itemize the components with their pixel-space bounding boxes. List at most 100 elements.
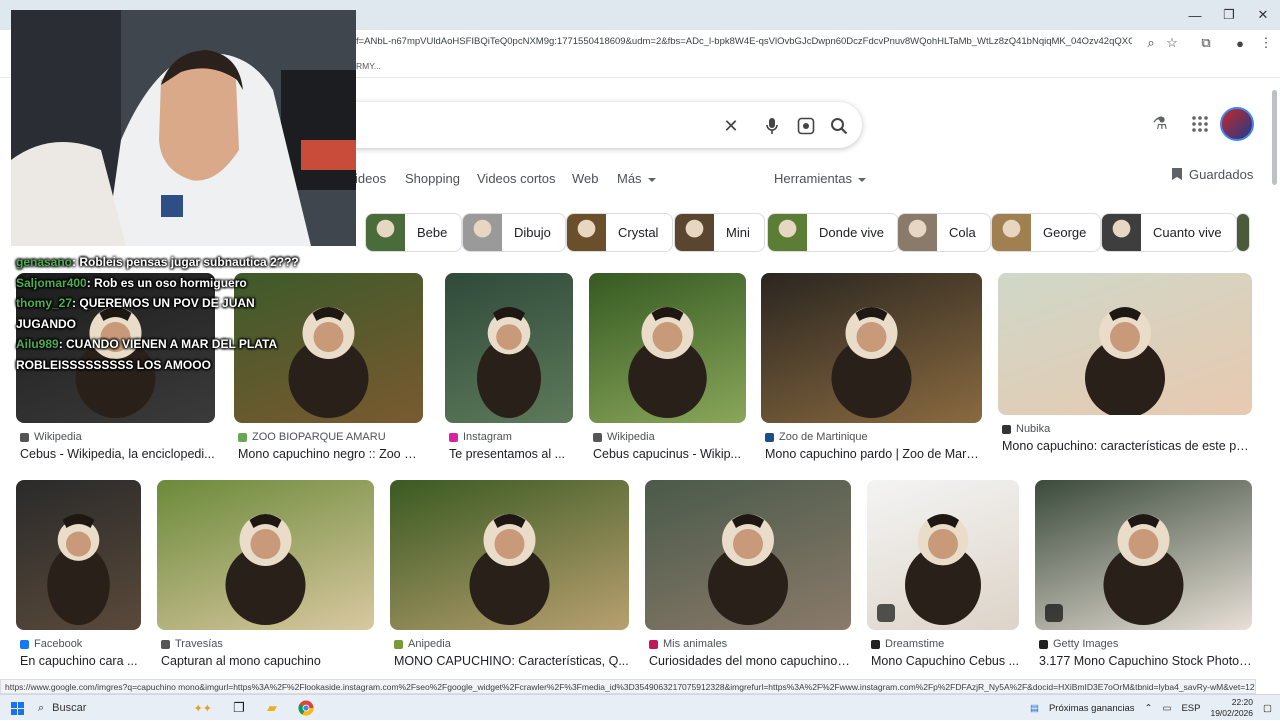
result-title[interactable]: MONO CAPUCHINO: Características, Q... [394,654,629,668]
result-title[interactable]: 3.177 Mono Capuchino Stock Photos... [1039,654,1252,668]
image-result[interactable]: Zoo de Martinique Mono capuchino pardo | … [761,273,982,461]
language-indicator[interactable]: ESP [1181,703,1200,714]
account-avatar[interactable] [1220,107,1254,141]
restore-icon[interactable]: ❐ [1212,0,1246,30]
start-windows-icon[interactable] [8,699,26,717]
image-result[interactable]: Mis animales Curiosidades del mono capuch… [645,480,851,668]
chip-4[interactable]: Donde vive [767,213,900,252]
source-label: Getty Images [1053,638,1119,650]
chip-1[interactable]: Dibujo [462,213,566,252]
result-title[interactable]: Cebus capucinus - Wikip... [593,447,746,461]
file-explorer-icon[interactable]: ▰ [263,699,281,717]
tray-overflow-icon[interactable]: ⌃ [1145,703,1153,714]
chip-7[interactable]: Cuanto vive [1101,213,1237,252]
task-view-icon[interactable]: ❐ [230,699,248,717]
result-thumbnail[interactable] [645,480,851,630]
clock[interactable]: 22:20 19/02/2026 [1210,697,1253,719]
result-source[interactable]: Mis animales [649,638,851,650]
image-result[interactable]: Getty Images 3.177 Mono Capuchino Stock P… [1035,480,1252,668]
url-text[interactable]: f=ANbL-n67mpVUldAoHSFIBQiTeQ0pcNXM9g:177… [356,36,1132,47]
tools-button[interactable]: Herramientas [774,171,867,186]
close-window-icon[interactable]: ✕ [1246,0,1280,30]
image-result[interactable]: Dreamstime Mono Capuchino Cebus ... [867,480,1019,668]
notifications-icon[interactable]: ▢ [1263,703,1272,714]
minimize-icon[interactable]: — [1178,0,1212,30]
bookmark-item[interactable]: RMY... [356,61,381,71]
result-thumbnail[interactable] [867,480,1019,630]
network-icon[interactable]: ▭ [1162,703,1171,714]
tab-web[interactable]: Web [572,171,599,186]
result-source[interactable]: Facebook [20,638,141,650]
result-title[interactable]: Capturan al mono capuchino [161,654,374,668]
chip-label: Mini [726,225,750,240]
result-title[interactable]: Mono capuchino pardo | Zoo de Marti... [765,447,982,461]
image-result[interactable]: Anipedia MONO CAPUCHINO: Características,… [390,480,629,668]
result-source[interactable]: Zoo de Martinique [765,431,982,443]
image-result[interactable]: Nubika Mono capuchino: características de… [998,273,1252,453]
result-source[interactable]: Wikipedia [20,431,215,443]
tab-short-videos[interactable]: Videos cortos [477,171,556,186]
saved-button[interactable]: Guardados [1172,167,1253,182]
site-favicon-icon [161,639,170,649]
chat-text: : Rob es un oso hormiguero [86,275,247,290]
weather-widget[interactable]: Próximas ganancias [1049,703,1135,714]
result-source[interactable]: ZOO BIOPARQUE AMARU [238,431,423,443]
lens-search-icon[interactable] [795,115,817,137]
result-title[interactable]: En capuchino cara ... [20,654,141,668]
chip-6[interactable]: George [991,213,1102,252]
result-title[interactable]: Curiosidades del mono capuchino ... [649,654,851,668]
result-source[interactable]: Getty Images [1039,638,1252,650]
result-source[interactable]: Dreamstime [871,638,1019,650]
site-favicon-icon [1039,639,1048,649]
result-title[interactable]: Cebus - Wikipedia, la enciclopedi... [20,447,215,461]
result-thumbnail[interactable] [1035,480,1252,630]
source-label: Travesías [175,638,223,650]
result-source[interactable]: Instagram [449,431,573,443]
result-source[interactable]: Wikipedia [593,431,746,443]
taskbar-search[interactable]: ⌕ Buscar ✦✦ [32,698,212,718]
chip-3[interactable]: Mini [674,213,765,252]
source-label: Wikipedia [607,431,655,443]
image-result[interactable]: Instagram Te presentamos al ... [445,273,573,461]
tab-shopping[interactable]: Shopping [405,171,460,186]
tab-videos[interactable]: ideos [355,171,386,186]
voice-search-icon[interactable] [761,115,783,137]
result-thumbnail[interactable] [157,480,374,630]
labs-flask-icon[interactable]: ⚗ [1148,112,1172,136]
chat-username: thomy_27 [16,296,73,310]
result-thumbnail[interactable] [998,273,1252,415]
chip-2[interactable]: Crystal [566,213,674,252]
extensions-icon[interactable]: ⧉ [1196,33,1216,53]
result-source[interactable]: Nubika [1002,423,1252,435]
chrome-icon[interactable] [297,699,315,717]
monkey-image [469,514,550,625]
image-result[interactable]: Facebook En capuchino cara ... [16,480,141,668]
chip-partial[interactable] [1236,213,1250,252]
result-thumbnail[interactable] [761,273,982,423]
image-result[interactable]: Travesías Capturan al mono capuchino [157,480,374,668]
result-thumbnail[interactable] [445,273,573,423]
result-thumbnail[interactable] [390,480,629,630]
chip-5[interactable]: Cola [897,213,991,252]
apps-grid-icon[interactable] [1188,112,1212,136]
chip-0[interactable]: Bebe [365,213,463,252]
menu-kebab-icon[interactable]: ⋮ [1256,33,1276,53]
result-title[interactable]: Te presentamos al ... [449,447,573,461]
result-source[interactable]: Anipedia [394,638,629,650]
zoom-icon[interactable]: ⌕ [1141,33,1161,53]
bookmark-star-icon[interactable]: ☆ [1162,33,1182,53]
search-icon[interactable] [828,115,850,137]
result-thumbnail[interactable] [16,480,141,630]
clear-search-icon[interactable]: ✕ [720,115,742,137]
result-title[interactable]: Mono capuchino: características de este … [1002,439,1252,453]
result-title[interactable]: Mono capuchino negro :: Zoo Bio... [238,447,423,461]
tab-more[interactable]: Más [617,171,656,186]
profile-icon[interactable]: ● [1230,33,1250,53]
result-source[interactable]: Travesías [161,638,374,650]
result-thumbnail[interactable] [589,273,746,423]
widget-icon[interactable]: ▤ [1030,703,1039,714]
page-scrollbar[interactable] [1272,90,1277,185]
image-result[interactable]: Wikipedia Cebus capucinus - Wikip... [589,273,746,461]
search-box[interactable]: ✕ [320,102,862,148]
result-title[interactable]: Mono Capuchino Cebus ... [871,654,1019,668]
